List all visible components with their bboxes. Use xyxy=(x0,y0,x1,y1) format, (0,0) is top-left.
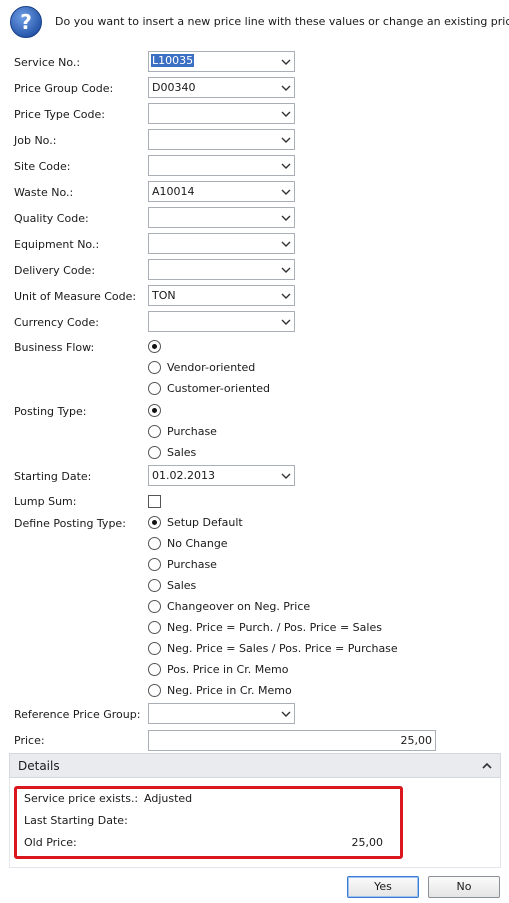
chevron-down-icon[interactable] xyxy=(281,471,291,481)
radio-button[interactable] xyxy=(148,382,161,395)
radio-button[interactable] xyxy=(148,621,161,634)
radio-label: Sales xyxy=(167,446,197,459)
business-flow-label: Business Flow: xyxy=(14,341,95,354)
chevron-down-icon[interactable] xyxy=(281,213,291,223)
radio-button[interactable] xyxy=(148,537,161,550)
define-posting-type-label: Define Posting Type: xyxy=(14,517,126,530)
svg-text:?: ? xyxy=(20,10,32,34)
radio-button[interactable] xyxy=(148,516,161,529)
radio-label: Changeover on Neg. Price xyxy=(167,600,311,613)
radio-label: No Change xyxy=(167,537,228,550)
starting-date-field[interactable]: 01.02.2013 xyxy=(148,465,295,486)
chevron-down-icon[interactable] xyxy=(281,135,291,145)
job-no-label: Job No.: xyxy=(14,134,57,147)
starting-date-value: 01.02.2013 xyxy=(152,469,215,482)
waste-no-label: Waste No.: xyxy=(14,186,74,199)
site-code-field[interactable] xyxy=(148,155,295,176)
chevron-down-icon[interactable] xyxy=(281,265,291,275)
radio-button[interactable] xyxy=(148,404,161,417)
reference-price-group-field[interactable] xyxy=(148,703,295,724)
dialog-header: ? Do you want to insert a new price line… xyxy=(0,0,509,44)
radio-button[interactable] xyxy=(148,663,161,676)
currency-code-label: Currency Code: xyxy=(14,316,99,329)
radio-label: Setup Default xyxy=(167,516,243,529)
radio-button[interactable] xyxy=(148,361,161,374)
quality-code-label: Quality Code: xyxy=(14,212,89,225)
radio-button[interactable] xyxy=(148,425,161,438)
no-button[interactable]: No xyxy=(428,876,500,898)
details-header[interactable]: Details xyxy=(9,753,501,778)
radio-button[interactable] xyxy=(148,600,161,613)
price-field[interactable]: 25,00 xyxy=(148,730,436,751)
lump-sum-label: Lump Sum: xyxy=(14,495,77,508)
posting-type-label: Posting Type: xyxy=(14,405,87,418)
radio-label: Purchase xyxy=(167,425,217,438)
price-group-code-label: Price Group Code: xyxy=(14,82,114,95)
equipment-no-label: Equipment No.: xyxy=(14,238,100,251)
chevron-down-icon[interactable] xyxy=(281,57,291,67)
radio-label: Pos. Price in Cr. Memo xyxy=(167,663,289,676)
chevron-down-icon[interactable] xyxy=(281,83,291,93)
price-group-code-value: D00340 xyxy=(152,81,196,94)
radio-label: Neg. Price in Cr. Memo xyxy=(167,684,292,697)
unit-of-measure-code-field[interactable]: TON xyxy=(148,285,295,306)
radio-label: Sales xyxy=(167,579,197,592)
price-group-code-field[interactable]: D00340 xyxy=(148,77,295,98)
delivery-code-field[interactable] xyxy=(148,259,295,280)
details-title: Details xyxy=(18,759,60,773)
radio-label: Purchase xyxy=(167,558,217,571)
chevron-up-icon[interactable] xyxy=(482,761,492,771)
price-type-code-field[interactable] xyxy=(148,103,295,124)
dialog-question: Do you want to insert a new price line w… xyxy=(55,15,509,28)
delivery-code-label: Delivery Code: xyxy=(14,264,96,277)
reference-price-group-label: Reference Price Group: xyxy=(14,708,141,721)
radio-button[interactable] xyxy=(148,340,161,353)
radio-label: Vendor-oriented xyxy=(167,361,256,374)
chevron-down-icon[interactable] xyxy=(281,239,291,249)
price-value: 25,00 xyxy=(400,734,433,747)
highlight-box xyxy=(14,786,403,859)
chevron-down-icon[interactable] xyxy=(281,187,291,197)
radio-label: Neg. Price = Purch. / Pos. Price = Sales xyxy=(167,621,382,634)
radio-button[interactable] xyxy=(148,558,161,571)
chevron-down-icon[interactable] xyxy=(281,161,291,171)
service-no-label: Service No.: xyxy=(14,56,81,69)
unit-of-measure-code-value: TON xyxy=(152,289,176,302)
service-no-value: L10035 xyxy=(151,54,195,67)
site-code-label: Site Code: xyxy=(14,160,71,173)
service-no-field[interactable]: L10035 xyxy=(148,51,295,72)
chevron-down-icon[interactable] xyxy=(281,109,291,119)
chevron-down-icon[interactable] xyxy=(281,709,291,719)
radio-button[interactable] xyxy=(148,579,161,592)
chevron-down-icon[interactable] xyxy=(281,291,291,301)
radio-button[interactable] xyxy=(148,642,161,655)
quality-code-field[interactable] xyxy=(148,207,295,228)
job-no-field[interactable] xyxy=(148,129,295,150)
lump-sum-checkbox[interactable] xyxy=(148,495,161,508)
equipment-no-field[interactable] xyxy=(148,233,295,254)
radio-button[interactable] xyxy=(148,684,161,697)
price-type-code-label: Price Type Code: xyxy=(14,108,105,121)
waste-no-field[interactable]: A10014 xyxy=(148,181,295,202)
currency-code-field[interactable] xyxy=(148,311,295,332)
radio-label: Neg. Price = Sales / Pos. Price = Purcha… xyxy=(167,642,398,655)
waste-no-value: A10014 xyxy=(152,185,195,198)
starting-date-label: Starting Date: xyxy=(14,470,92,483)
price-label: Price: xyxy=(14,734,45,747)
unit-of-measure-code-label: Unit of Measure Code: xyxy=(14,290,137,303)
radio-button[interactable] xyxy=(148,446,161,459)
question-icon: ? xyxy=(10,6,42,38)
chevron-down-icon[interactable] xyxy=(281,317,291,327)
yes-button[interactable]: Yes xyxy=(347,876,419,898)
radio-label: Customer-oriented xyxy=(167,382,271,395)
